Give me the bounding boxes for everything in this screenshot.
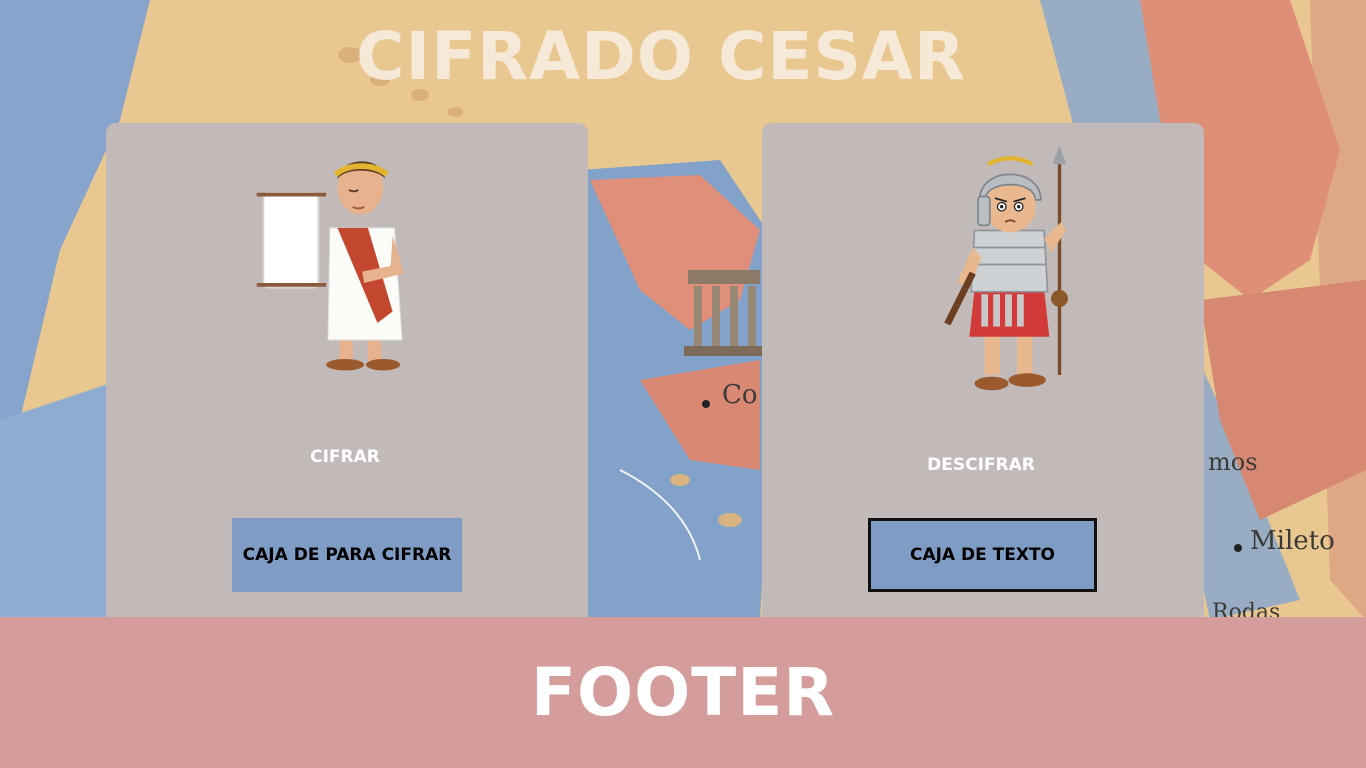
decrypt-card: DESCIFRAR CAJA DE TEXTO — [762, 123, 1204, 643]
decrypt-label: DESCIFRAR — [927, 455, 1035, 475]
caesar-illustration — [256, 161, 404, 371]
encrypt-card: CIFRAR CAJA DE PARA CIFRAR — [106, 123, 588, 643]
decrypt-textbox-button[interactable]: CAJA DE TEXTO — [868, 518, 1097, 592]
encrypt-textbox-button[interactable]: CAJA DE PARA CIFRAR — [232, 518, 462, 592]
map-label-mos: mos — [1208, 448, 1258, 476]
roman-soldier-illustration — [944, 145, 1068, 391]
page-title: CIFRADO CESAR — [356, 18, 966, 95]
encrypt-label: CIFRAR — [310, 447, 380, 467]
footer: FOOTER — [0, 617, 1366, 768]
footer-text: FOOTER — [530, 654, 836, 731]
map-label-co: Co — [722, 380, 758, 410]
map-label-mileto: Mileto — [1250, 526, 1335, 556]
